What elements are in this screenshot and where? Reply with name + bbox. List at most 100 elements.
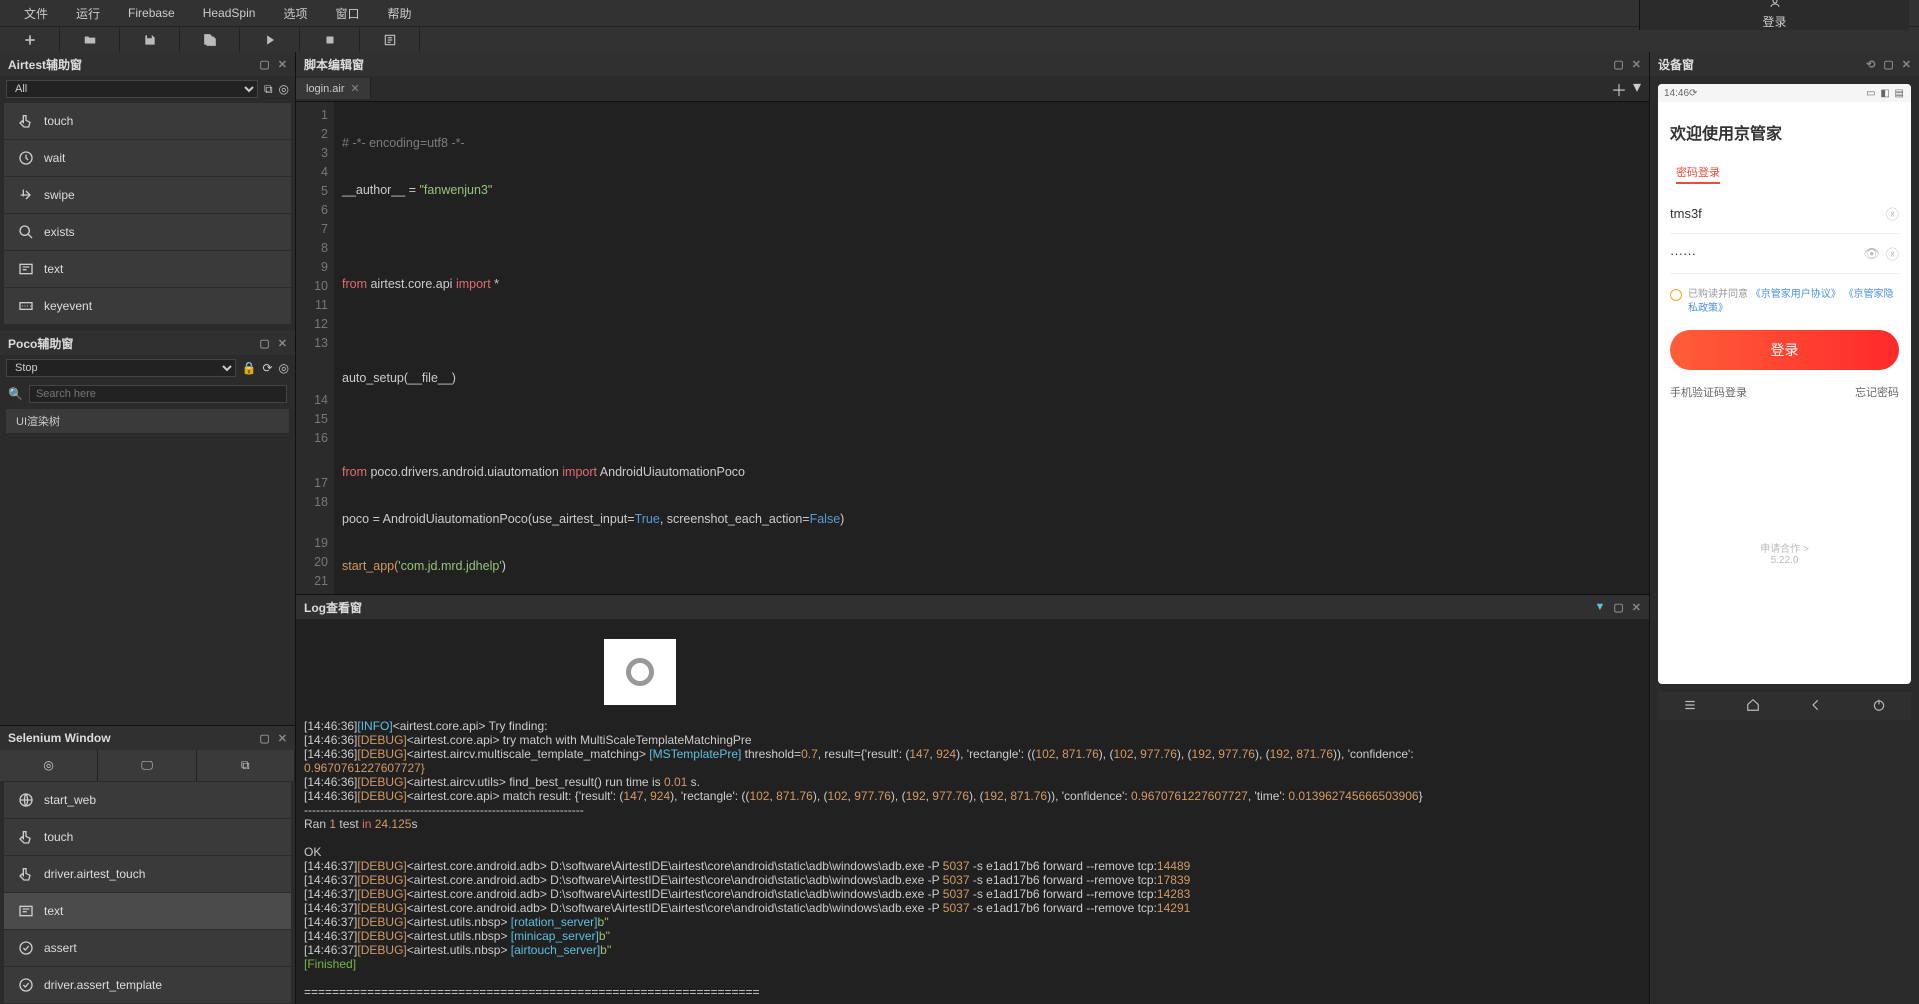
- sel-item-text[interactable]: text: [4, 893, 291, 929]
- poco-panel-header: Poco辅助窗 ▢ ✕: [0, 331, 295, 355]
- lock-icon[interactable]: 🔒: [242, 361, 257, 375]
- sel-tb-3[interactable]: ⧉: [197, 750, 295, 781]
- poco-tree-root[interactable]: UI渲染树: [6, 409, 289, 433]
- sel-item-assert[interactable]: assert: [4, 930, 291, 966]
- open-button[interactable]: [60, 27, 120, 52]
- forgot-pw-link[interactable]: 忘记密码: [1855, 384, 1899, 400]
- close-icon[interactable]: ✕: [1632, 601, 1641, 614]
- selenium-panel-header: Selenium Window ▢ ✕: [0, 726, 295, 750]
- airtest-item-text[interactable]: text: [4, 251, 291, 287]
- code-editor[interactable]: 12345678910111213 141516 1718 192021 22 …: [296, 102, 1649, 594]
- device-title: 设备窗: [1658, 56, 1694, 73]
- airtest-item-wait[interactable]: wait: [4, 140, 291, 176]
- device-navbar: [1658, 692, 1911, 720]
- device-pw-tab[interactable]: 密码登录: [1676, 164, 1720, 184]
- login-area[interactable]: 登录: [1639, 0, 1909, 30]
- sms-login-link[interactable]: 手机验证码登录: [1670, 384, 1747, 400]
- sel-item-start-web[interactable]: start_web: [4, 782, 291, 818]
- poco-mode-select[interactable]: Stop: [6, 359, 236, 377]
- saveall-button[interactable]: [180, 27, 240, 52]
- new-button[interactable]: [0, 27, 60, 52]
- eye-icon[interactable]: 👁: [1863, 246, 1880, 262]
- close-icon[interactable]: ✕: [1902, 58, 1911, 71]
- poco-panel-title: Poco辅助窗: [8, 335, 73, 352]
- tab-label: login.air: [306, 83, 345, 95]
- tab-close-icon[interactable]: ✕: [351, 82, 360, 95]
- device-statusbar: 14:46 ⟳ ▭ ◧ ▤: [1658, 84, 1911, 102]
- airtest-panel-title: Airtest辅助窗: [8, 56, 82, 73]
- menu-help[interactable]: 帮助: [373, 5, 425, 22]
- sel-tb-2[interactable]: 🖵: [98, 750, 196, 781]
- device-pass-input[interactable]: [1670, 246, 1863, 261]
- airtest-item-exists[interactable]: exists: [4, 214, 291, 250]
- rotate-icon[interactable]: ⟲: [1866, 58, 1875, 71]
- device-agree: 已购读并同意 《京管家用户协议》 《京管家隐私政策》: [1670, 288, 1899, 316]
- close-icon[interactable]: ✕: [278, 58, 287, 71]
- float-icon[interactable]: ▢: [259, 58, 269, 71]
- float-icon[interactable]: ▢: [259, 732, 269, 745]
- sel-item-airtest-touch[interactable]: driver.airtest_touch: [4, 856, 291, 892]
- sel-tb-1[interactable]: ◎: [0, 750, 98, 781]
- menubar: 文件 运行 Firebase HeadSpin 选项 窗口 帮助 登录: [0, 0, 1919, 26]
- search-icon: 🔍: [8, 387, 23, 401]
- float-icon[interactable]: ▢: [1613, 58, 1623, 71]
- airtest-item-keyevent[interactable]: keyevent: [4, 288, 291, 324]
- refresh-icon[interactable]: ⟳: [262, 361, 272, 375]
- log-title: Log查看窗: [304, 599, 362, 616]
- run-button[interactable]: [240, 27, 300, 52]
- nav-back-icon[interactable]: [1809, 698, 1823, 715]
- sel-item-touch[interactable]: touch: [4, 819, 291, 855]
- poco-search-input[interactable]: [29, 385, 287, 403]
- close-icon[interactable]: ✕: [1632, 58, 1641, 71]
- capture-icon[interactable]: ⧉: [264, 82, 273, 97]
- airtest-panel-header: Airtest辅助窗 ▢ ✕: [0, 52, 295, 76]
- tab-login[interactable]: login.air ✕: [296, 78, 371, 99]
- gutter: 12345678910111213 141516 1718 192021 22: [296, 102, 334, 594]
- clear-icon[interactable]: ⓧ: [1886, 244, 1899, 263]
- apply-link[interactable]: 申请合作 >: [1670, 540, 1899, 555]
- float-icon[interactable]: ▢: [259, 337, 269, 350]
- editor-title: 脚本编辑窗: [304, 56, 364, 73]
- menu-headspin[interactable]: HeadSpin: [189, 6, 270, 20]
- tab-menu-icon[interactable]: ▾: [1633, 77, 1641, 101]
- report-button[interactable]: [360, 27, 420, 52]
- agree-checkbox[interactable]: [1670, 289, 1682, 301]
- code-body[interactable]: # -*- encoding=utf8 -*- __author__ = "fa…: [334, 102, 852, 594]
- user-agreement-link[interactable]: 《京管家用户协议》: [1751, 289, 1841, 300]
- clear-icon[interactable]: ⓧ: [1886, 204, 1899, 223]
- device-screen[interactable]: 14:46 ⟳ ▭ ◧ ▤ 欢迎使用京管家 密码登录 ⓧ 👁 ⓧ 已购读并同意 …: [1658, 84, 1911, 684]
- filter-icon[interactable]: ▼: [1594, 601, 1605, 614]
- sel-item-assert-template[interactable]: driver.assert_template: [4, 967, 291, 1003]
- nav-menu-icon[interactable]: [1683, 698, 1697, 715]
- log-template-img: [604, 639, 676, 705]
- device-pass-row: 👁 ⓧ: [1670, 234, 1899, 274]
- float-icon[interactable]: ▢: [1613, 601, 1623, 614]
- add-tab-icon[interactable]: ＋: [1611, 77, 1627, 101]
- status-time: 14:46: [1664, 88, 1689, 99]
- menu-firebase[interactable]: Firebase: [114, 6, 189, 20]
- menu-file[interactable]: 文件: [10, 5, 62, 22]
- menu-options[interactable]: 选项: [269, 5, 321, 22]
- stop-button[interactable]: [300, 27, 360, 52]
- menu-window[interactable]: 窗口: [321, 5, 373, 22]
- log-body[interactable]: [14:46:36][INFO]<airtest.core.api> Try f…: [296, 619, 1649, 1004]
- log-header: Log查看窗 ▼ ▢ ✕: [296, 595, 1649, 619]
- device-header: 设备窗 ⟲ ▢ ✕: [1650, 52, 1919, 76]
- airtest-selector[interactable]: All: [6, 80, 258, 98]
- device-login-button[interactable]: 登录: [1670, 330, 1899, 370]
- tabs-bar: login.air ✕ ＋ ▾: [296, 76, 1649, 102]
- airtest-item-swipe[interactable]: swipe: [4, 177, 291, 213]
- nav-home-icon[interactable]: [1746, 698, 1760, 715]
- close-icon[interactable]: ✕: [278, 732, 287, 745]
- app-version: 5.22.0: [1670, 555, 1899, 566]
- close-icon[interactable]: ✕: [278, 337, 287, 350]
- record-icon[interactable]: ◎: [279, 82, 289, 96]
- device-welcome: 欢迎使用京管家: [1670, 120, 1899, 144]
- save-button[interactable]: [120, 27, 180, 52]
- device-user-input[interactable]: [1670, 206, 1886, 221]
- airtest-item-touch[interactable]: touch: [4, 103, 291, 139]
- nav-power-icon[interactable]: [1872, 698, 1886, 715]
- record-icon[interactable]: ◎: [279, 361, 289, 375]
- float-icon[interactable]: ▢: [1883, 58, 1893, 71]
- menu-run[interactable]: 运行: [62, 5, 114, 22]
